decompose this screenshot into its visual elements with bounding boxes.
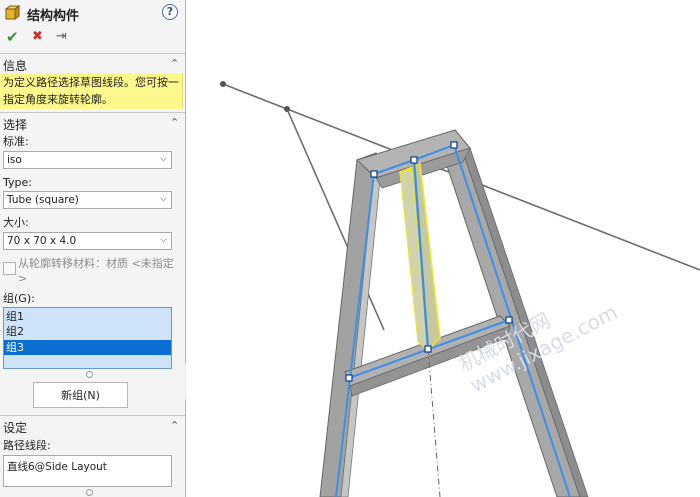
endpoint[interactable] bbox=[450, 141, 458, 149]
standard-label: 标准: bbox=[3, 135, 29, 148]
endpoint[interactable] bbox=[370, 170, 378, 178]
selection-section-heading: 选择 bbox=[3, 118, 28, 132]
property-manager-panel: 结构构件 ? ✔ ✖ ⇥ 信息 ⌃ 为定义路径选择草图线段。您可按一指定角度来旋… bbox=[0, 0, 186, 497]
info-section-heading: 信息 bbox=[3, 59, 28, 73]
transfer-material-label: 从轮廓转移材料：材质 <未指定> bbox=[18, 257, 174, 285]
path-segments-field[interactable]: 直线6@Side Layout bbox=[3, 455, 172, 487]
settings-section-heading: 设定 bbox=[3, 421, 28, 435]
groups-label: 组(G): bbox=[3, 292, 35, 305]
sketch-point[interactable] bbox=[220, 81, 226, 87]
action-buttons: ✔ ✖ ⇥ bbox=[4, 28, 94, 46]
new-group-button[interactable]: 新组(N) bbox=[33, 382, 128, 408]
panel-title-bar: 结构构件 ? bbox=[0, 0, 185, 26]
type-label: Type: bbox=[3, 176, 32, 189]
divider bbox=[0, 415, 185, 416]
group-item-3[interactable]: 组3 bbox=[4, 340, 171, 355]
sketch-point[interactable] bbox=[284, 106, 290, 112]
size-dropdown[interactable]: 70 x 70 x 4.0 ⌵ bbox=[3, 232, 172, 250]
collapse-selection-icon[interactable]: ⌃ bbox=[170, 116, 179, 129]
ok-checkmark-icon[interactable]: ✔ bbox=[6, 28, 19, 46]
help-button[interactable]: ? bbox=[162, 4, 178, 20]
pushpin-icon[interactable]: ⇥ bbox=[56, 28, 67, 46]
collapse-settings-icon[interactable]: ⌃ bbox=[170, 419, 179, 432]
chevron-down-icon: ⌵ bbox=[160, 235, 167, 245]
collapse-info-icon[interactable]: ⌃ bbox=[170, 57, 179, 70]
transfer-material-checkbox[interactable] bbox=[3, 262, 16, 275]
info-message: 为定义路径选择草图线段。您可按一指定角度来旋转轮廓。 bbox=[0, 73, 183, 109]
panel-title: 结构构件 bbox=[27, 9, 80, 24]
endpoint[interactable] bbox=[345, 374, 353, 382]
size-label: 大小: bbox=[3, 216, 29, 229]
path-segments-label: 路径线段: bbox=[3, 439, 51, 452]
standard-dropdown[interactable]: iso ⌵ bbox=[3, 151, 172, 169]
group-item-1[interactable]: 组1 bbox=[4, 309, 171, 324]
size-value: 70 x 70 x 4.0 bbox=[7, 235, 77, 247]
endpoint[interactable] bbox=[424, 345, 432, 353]
standard-value: iso bbox=[7, 154, 22, 166]
endpoint[interactable] bbox=[505, 316, 513, 324]
divider bbox=[0, 53, 185, 54]
graphics-viewport[interactable] bbox=[186, 0, 700, 497]
model-view[interactable] bbox=[186, 0, 700, 497]
divider bbox=[0, 112, 185, 113]
group-item-2[interactable]: 组2 bbox=[4, 324, 171, 339]
type-value: Tube (square) bbox=[7, 194, 79, 206]
resize-handle[interactable] bbox=[86, 489, 93, 496]
type-dropdown[interactable]: Tube (square) ⌵ bbox=[3, 191, 172, 209]
endpoint[interactable] bbox=[410, 156, 418, 164]
chevron-down-icon: ⌵ bbox=[160, 154, 167, 164]
resize-handle[interactable] bbox=[86, 371, 93, 378]
chevron-down-icon: ⌵ bbox=[160, 194, 167, 204]
center-line bbox=[427, 348, 441, 497]
path-segment-value: 直线6@Side Layout bbox=[7, 461, 107, 473]
groups-listbox[interactable]: 组1 组2 组3 bbox=[3, 307, 172, 369]
structure-member-icon bbox=[5, 5, 20, 20]
cancel-x-icon[interactable]: ✖ bbox=[32, 28, 43, 46]
